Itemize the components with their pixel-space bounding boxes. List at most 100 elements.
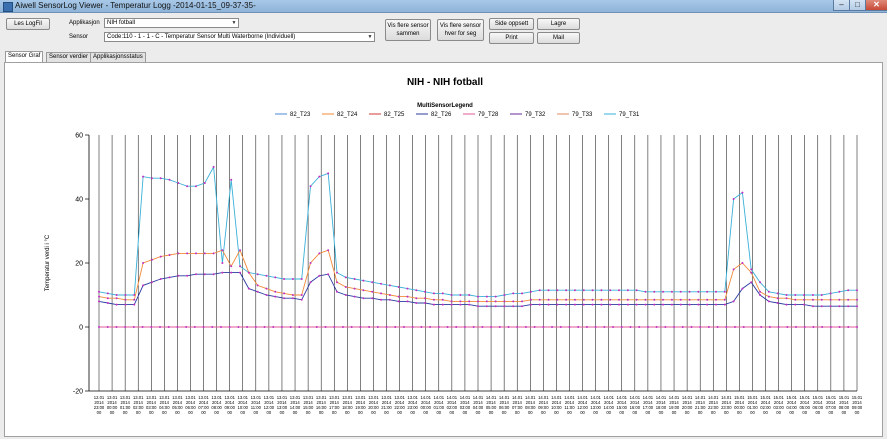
data-point-82_T26 [618,303,621,306]
read-logfile-button[interactable]: Les LogFil [6,18,50,30]
data-point-82_T26 [838,305,841,308]
tab-sensor-values[interactable]: Sensor verdier [46,52,92,62]
data-point-82_T24 [609,298,612,301]
minimize-button[interactable]: – [833,0,850,11]
data-point-82_T26 [450,303,453,306]
data-point-82_T24 [741,262,744,264]
data-point-79_T31 [300,278,303,280]
data-point-79_T28 [751,326,754,328]
data-point-79_T28 [568,326,571,328]
data-point-82_T26 [803,303,806,306]
x-tick-min: 00 [789,410,794,415]
data-point-82_T26 [512,305,515,308]
data-point-79_T28 [359,326,362,328]
show-together-button[interactable]: Vis flere sensor sammen [385,19,431,41]
data-point-79_T31 [186,185,189,188]
data-point-82_T26 [759,294,762,296]
app-label: Applikasjon [69,20,100,26]
save-button[interactable]: Lagre [537,18,580,30]
data-point-79_T28 [847,326,850,328]
data-point-79_T31 [706,290,709,293]
data-point-82_T24 [380,292,383,295]
data-point-82_T26 [124,303,127,306]
print-button[interactable]: Print [489,32,534,44]
data-point-79_T28 [150,326,153,328]
close-button[interactable]: ✕ [865,0,887,11]
data-point-79_T31 [679,290,682,293]
data-point-79_T28 [472,326,475,328]
data-point-79_T31 [723,290,726,293]
data-point-79_T31 [168,178,171,181]
data-point-79_T28 [768,326,771,328]
data-point-79_T31 [688,290,691,293]
tab-app-status[interactable]: Applikasjonsstatus [90,52,146,62]
show-each-button[interactable]: Vis flere sensor hver for seg [437,19,484,41]
data-point-79_T28 [246,326,249,328]
data-point-82_T26 [767,300,770,303]
data-point-82_T24 [239,249,242,252]
chart-title: NIH - NIH fotball [407,77,483,88]
data-point-82_T26 [750,281,753,284]
data-point-82_T26 [688,303,691,306]
legend-item: 82_T23 [290,112,311,118]
legend-item: 79_T33 [572,112,593,118]
data-point-82_T24 [406,295,409,298]
x-tick-min: 00 [855,410,860,415]
x-tick-min: 00 [214,410,219,415]
data-point-79_T31 [98,290,100,293]
data-point-82_T26 [468,303,471,306]
data-point-82_T24 [829,298,832,301]
x-tick-min: 00 [306,410,311,415]
sensor-select[interactable]: Code:110 - 1 - 1 - C - Temperatur Sensor… [104,32,375,42]
data-point-79_T28 [219,326,222,328]
data-point-79_T28 [429,326,432,328]
y-tick-label: 60 [75,133,83,140]
app-select[interactable]: NIH fotball ▼ [104,18,239,28]
data-point-82_T26 [177,274,180,277]
data-point-82_T24 [847,298,850,301]
data-point-82_T26 [159,278,162,280]
data-point-79_T31 [415,289,418,292]
data-point-82_T26 [142,284,145,287]
data-point-79_T31 [459,294,462,296]
data-point-82_T26 [732,300,735,303]
mail-button[interactable]: Mail [537,32,580,44]
data-point-79_T31 [820,294,823,296]
data-point-82_T24 [212,252,215,255]
x-tick-min: 00 [201,410,206,415]
data-point-79_T31 [529,290,532,293]
data-point-79_T28 [228,326,231,328]
data-point-79_T28 [211,326,214,328]
data-point-82_T24 [573,298,576,301]
x-tick-min: 00 [737,410,742,415]
data-point-79_T31 [362,279,365,282]
data-point-82_T24 [565,298,568,301]
x-tick-min: 00 [632,410,637,415]
data-point-82_T24 [785,297,788,300]
sensor-select-value: Code:110 - 1 - 1 - C - Temperatur Sensor… [107,34,296,40]
data-point-82_T24 [529,298,532,301]
data-point-82_T24 [670,298,673,301]
x-tick-min: 00 [567,410,572,415]
data-point-82_T24 [811,298,814,301]
data-point-82_T24 [168,254,171,256]
data-point-79_T31 [573,289,576,292]
data-point-79_T31 [512,292,515,295]
maximize-button[interactable]: □ [849,0,866,11]
data-point-82_T26 [406,300,409,303]
data-point-79_T31 [150,177,153,180]
data-point-82_T24 [688,298,691,301]
data-point-82_T26 [670,303,673,306]
data-point-82_T26 [477,305,479,308]
data-point-79_T28 [612,326,615,328]
data-point-82_T26 [318,274,321,277]
data-point-82_T26 [820,305,823,308]
data-point-79_T31 [335,271,338,274]
data-point-82_T24 [794,298,797,301]
data-point-82_T26 [265,294,268,296]
data-point-79_T28 [420,326,423,328]
data-point-79_T28 [202,326,205,328]
page-setup-button[interactable]: Side oppsett [489,18,534,30]
sensor-label: Sensor [69,34,89,40]
data-point-82_T24 [124,298,127,301]
